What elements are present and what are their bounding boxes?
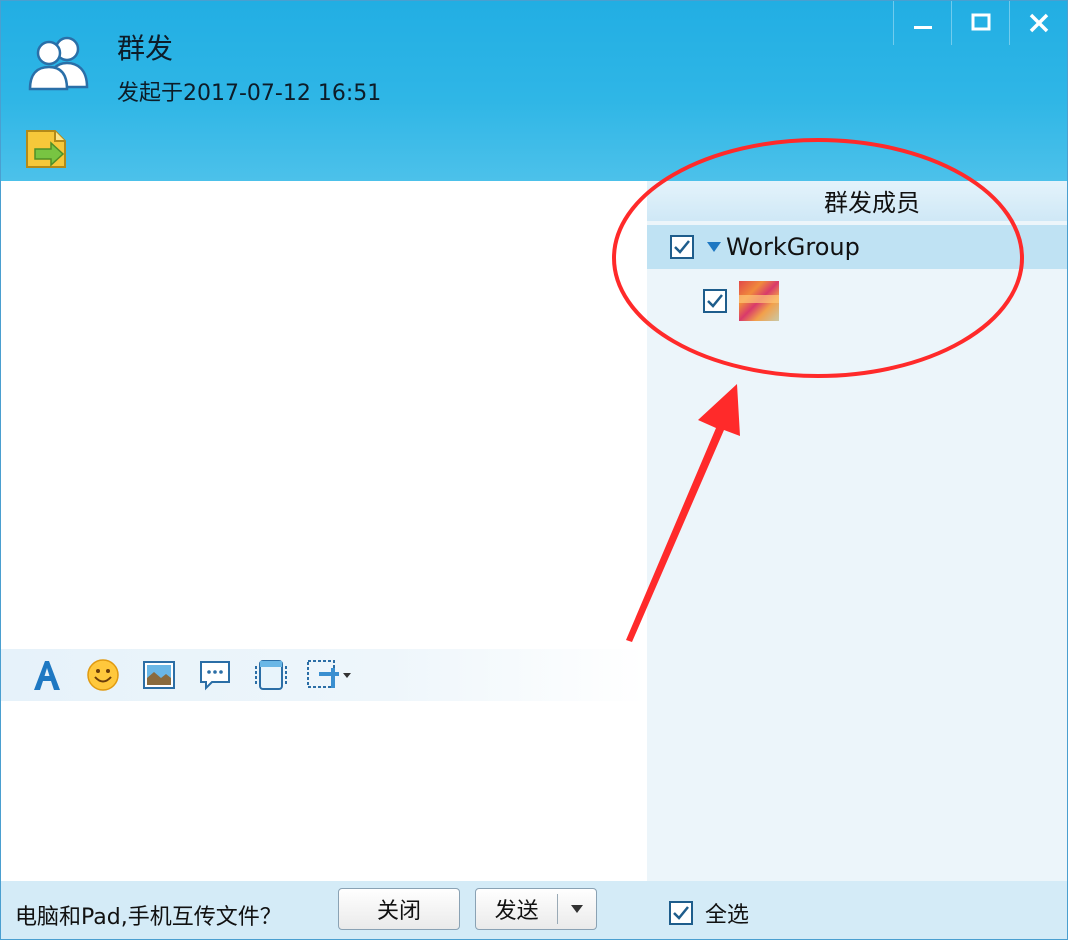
checkmark-icon [707, 294, 723, 308]
window-controls [893, 1, 1067, 45]
member-row[interactable] [647, 279, 1067, 323]
group-row-workgroup[interactable]: WorkGroup [647, 225, 1067, 269]
checkmark-icon [673, 906, 689, 920]
window-subtitle: 发起于2017-07-12 16:51 [117, 81, 382, 106]
close-icon [1029, 13, 1048, 33]
minimize-button[interactable] [893, 1, 951, 45]
select-all-checkbox[interactable] [669, 901, 693, 925]
screen-capture-button[interactable] [299, 649, 359, 701]
group-name: WorkGroup [726, 233, 860, 261]
group-checkbox[interactable] [670, 235, 694, 259]
chat-bubble-icon [200, 661, 230, 691]
group-users-icon [28, 36, 89, 91]
members-panel-header: 群发成员 [647, 181, 1067, 221]
expand-triangle-icon[interactable] [706, 241, 722, 253]
chevron-down-icon [571, 905, 584, 913]
message-history-area[interactable] [1, 181, 647, 649]
maximize-button[interactable] [951, 1, 1009, 45]
image-icon [143, 661, 175, 689]
window-title: 群发 [117, 32, 174, 65]
send-button-label: 发送 [494, 899, 539, 924]
message-record-button[interactable] [187, 649, 243, 701]
window-shake-button[interactable] [243, 649, 299, 701]
checkmark-icon [674, 240, 690, 254]
emoji-icon [87, 659, 119, 691]
select-all-toggle[interactable]: 全选 [669, 897, 749, 929]
emoji-button[interactable] [75, 649, 131, 701]
close-button[interactable]: 关闭 [338, 888, 460, 930]
image-button[interactable] [131, 649, 187, 701]
send-button[interactable]: 发送 [475, 888, 597, 930]
close-window-button[interactable] [1009, 1, 1067, 45]
font-icon [34, 661, 60, 690]
group-send-window: 群发 发起于2017-07-12 16:51 群发成员 WorkGroup 电脑… [0, 0, 1068, 940]
file-transfer-link[interactable]: 电脑和Pad,手机互传文件？ [15, 899, 282, 931]
member-avatar [739, 281, 779, 321]
send-file-icon[interactable] [25, 127, 71, 169]
bottom-bar: 电脑和Pad,手机互传文件？ 关闭 发送 全选 [1, 881, 1067, 939]
send-options-dropdown[interactable] [558, 904, 596, 914]
screenshot-icon [255, 660, 287, 690]
font-button[interactable] [19, 649, 75, 701]
maximize-icon [971, 13, 990, 31]
select-all-label: 全选 [705, 903, 750, 928]
screen-capture-dropdown-icon [307, 660, 351, 688]
message-input[interactable] [1, 701, 647, 881]
window-header: 群发 发起于2017-07-12 16:51 [1, 1, 1067, 181]
group-members-panel: 群发成员 WorkGroup [647, 181, 1067, 881]
editor-toolbar [1, 649, 647, 701]
member-checkbox[interactable] [703, 289, 727, 313]
minimize-icon [913, 26, 932, 29]
